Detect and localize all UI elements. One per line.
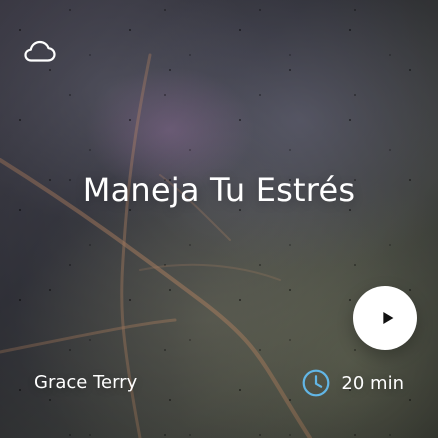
- clock-icon: [301, 368, 331, 398]
- session-title: Maneja Tu Estrés: [82, 171, 356, 209]
- author-name: Grace Terry: [34, 372, 138, 393]
- play-button[interactable]: [353, 286, 417, 350]
- download-button[interactable]: [18, 34, 62, 68]
- meditation-card[interactable]: Maneja Tu Estrés Grace Terry 20 min: [0, 0, 438, 438]
- cloud-icon: [23, 38, 57, 64]
- duration-text: 20 min: [341, 372, 404, 394]
- duration: 20 min: [301, 368, 404, 398]
- play-icon: [374, 307, 396, 329]
